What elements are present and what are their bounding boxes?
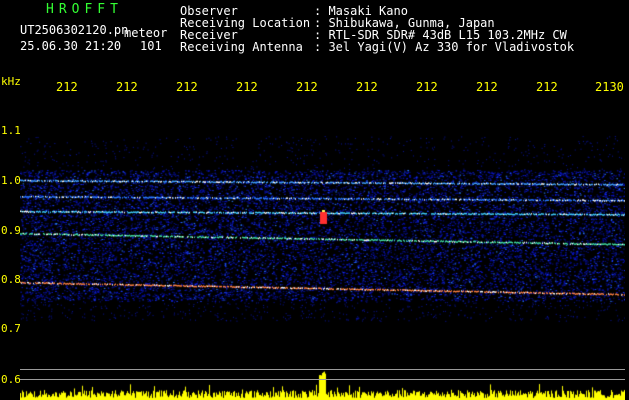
x-tick-label: 212 (356, 80, 378, 94)
spectrogram-canvas (20, 96, 625, 400)
y-tick-label: 0.6 (1, 373, 21, 386)
waterfall-spectrogram (20, 96, 625, 400)
threshold-line (20, 369, 625, 370)
antenna-value: : 3el Yagi(V) Az 330 for Vladivostok (314, 40, 575, 54)
meteor-count: 101 (140, 39, 162, 53)
x-tick-label: 212 (476, 80, 498, 94)
y-tick-label: 0.8 (1, 273, 21, 286)
file-name: UT2506302120.pn (20, 23, 129, 37)
x-tick-label: 212 (416, 80, 438, 94)
x-tick-label: 212 (236, 80, 258, 94)
y-tick-label: 1.1 (1, 124, 21, 137)
baseline-line (20, 379, 625, 380)
app-brand: HROFFT (46, 2, 123, 17)
antenna-label: Receiving Antenna (180, 40, 303, 54)
date-time: 25.06.30 21:20 (20, 39, 122, 53)
x-tick-label: 2130 (595, 80, 624, 94)
y-unit-label: kHz (1, 75, 21, 88)
x-tick-label: 212 (176, 80, 198, 94)
y-tick-label: 0.9 (1, 224, 21, 237)
y-tick-label: 0.7 (1, 322, 21, 335)
y-tick-label: 1.0 (1, 174, 21, 187)
meteor-label: meteor (124, 26, 168, 40)
x-tick-label: 212 (536, 80, 558, 94)
x-tick-label: 212 (296, 80, 318, 94)
x-tick-label: 212 (56, 80, 78, 94)
x-tick-label: 212 (116, 80, 138, 94)
